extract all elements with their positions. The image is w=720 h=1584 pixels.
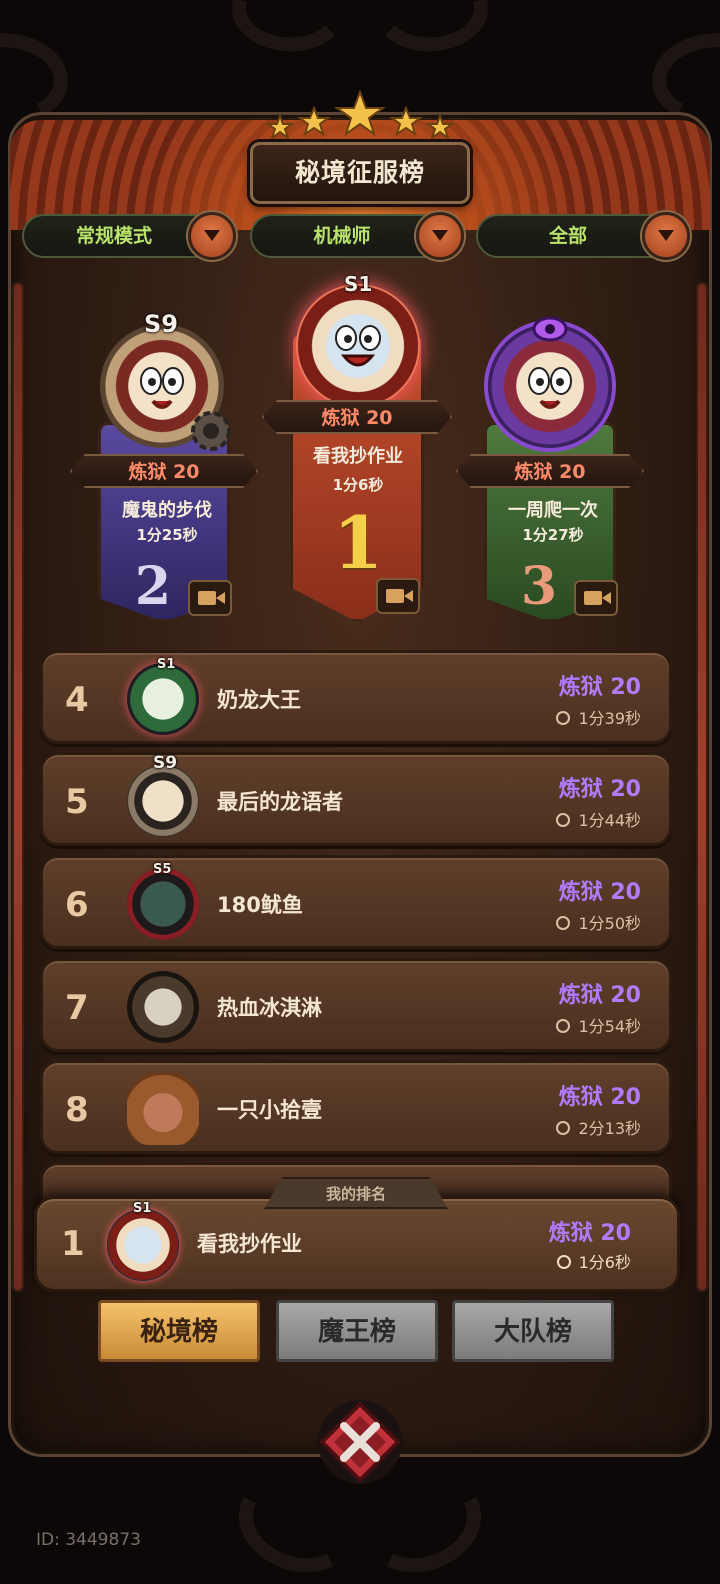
clear-time: 1分54秒 xyxy=(556,1013,641,1037)
table-row[interactable]: 5 S9 最后的龙语者 炼狱 20 1分44秒 xyxy=(40,752,672,846)
replay-video-button[interactable] xyxy=(376,578,420,614)
gear-icon xyxy=(191,411,231,451)
rank-number: 1 xyxy=(332,500,384,585)
clear-time: 2分13秒 xyxy=(556,1115,641,1139)
chevron-down-icon[interactable] xyxy=(188,212,236,260)
level-label: 炼狱 20 xyxy=(558,880,641,905)
season-badge: S9 xyxy=(153,753,178,773)
clear-time-value: 1分54秒 xyxy=(578,1017,641,1036)
avatar xyxy=(127,765,199,837)
avatar xyxy=(127,663,199,735)
podium-third[interactable]: 炼狱 20 一周爬一次 1分27秒 3 xyxy=(456,312,644,624)
clock-icon xyxy=(556,916,571,930)
mode-filter-dropdown[interactable]: 常规模式 xyxy=(22,212,236,260)
level-label: 炼狱 20 xyxy=(558,983,641,1008)
player-name: 看我抄作业 xyxy=(197,1232,302,1256)
tab-demon-king[interactable]: 魔王榜 xyxy=(276,1300,438,1362)
table-row[interactable]: 8 一只小拾壹 炼狱 20 2分13秒 xyxy=(40,1060,672,1154)
podium-first[interactable]: S1 炼狱 20 看我抄作业 1分6秒 1 xyxy=(262,272,452,622)
right-rail xyxy=(696,282,708,1292)
eye-crest-icon xyxy=(532,316,568,342)
player-name: 最后的龙语者 xyxy=(217,790,343,814)
player-id: ID: 3449873 xyxy=(36,1530,141,1550)
level-plate: 炼狱 20 xyxy=(262,400,452,434)
clock-icon xyxy=(556,711,571,725)
clock-icon xyxy=(556,813,571,827)
avatar xyxy=(107,1209,179,1281)
season-badge: S5 xyxy=(153,862,172,877)
clear-time: 1分27秒 xyxy=(522,526,584,544)
season-badge: S9 xyxy=(144,310,178,338)
filter-bar: 常规模式 机械师 全部 xyxy=(22,212,698,260)
row-rank: 8 xyxy=(65,1090,89,1130)
left-rail xyxy=(12,282,24,1292)
region-filter-dropdown[interactable]: 全部 xyxy=(476,212,690,260)
tab-squad[interactable]: 大队榜 xyxy=(452,1300,614,1362)
clock-icon xyxy=(556,1255,571,1269)
clear-time: 1分6秒 xyxy=(556,1249,631,1273)
clock-icon xyxy=(556,1121,571,1135)
player-name: 看我抄作业 xyxy=(313,446,403,467)
row-rank: 6 xyxy=(65,885,89,925)
clear-time: 1分50秒 xyxy=(556,910,641,934)
table-row[interactable]: 7 热血冰淇淋 炼狱 20 1分54秒 xyxy=(40,958,672,1052)
table-row[interactable]: 4 S1 奶龙大王 炼狱 20 1分39秒 xyxy=(40,650,672,744)
clock-icon xyxy=(556,1019,571,1033)
replay-video-button[interactable] xyxy=(574,580,618,616)
level-label: 炼狱 20 xyxy=(548,1221,631,1246)
my-rank-tag: 我的排名 xyxy=(264,1177,448,1209)
avatar xyxy=(296,284,420,408)
level-label: 炼狱 20 xyxy=(558,1085,641,1110)
clear-time-value: 1分44秒 xyxy=(578,811,641,830)
player-name: 180鱿鱼 xyxy=(217,893,303,917)
avatar xyxy=(127,971,199,1043)
player-name: 一周爬一次 xyxy=(508,500,598,521)
table-row[interactable]: 6 S5 180鱿鱼 炼狱 20 1分50秒 xyxy=(40,855,672,949)
season-badge: S1 xyxy=(157,657,176,672)
chevron-down-icon[interactable] xyxy=(416,212,464,260)
row-rank: 4 xyxy=(65,680,89,720)
avatar xyxy=(127,1073,199,1145)
my-rank-bar[interactable]: 1 S1 看我抄作业 炼狱 20 1分6秒 xyxy=(34,1196,680,1292)
replay-video-button[interactable] xyxy=(188,580,232,616)
clear-time: 1分44秒 xyxy=(556,807,641,831)
mode-filter-label: 常规模式 xyxy=(75,225,152,247)
player-name: 魔鬼的步伐 xyxy=(122,500,212,521)
page-title: 秘境征服榜 xyxy=(250,142,470,204)
region-filter-label: 全部 xyxy=(548,225,587,247)
close-icon[interactable] xyxy=(316,1398,404,1486)
level-plate: 炼狱 20 xyxy=(70,454,258,488)
season-badge: S1 xyxy=(344,272,373,296)
player-name: 奶龙大王 xyxy=(217,688,301,712)
clear-time-value: 1分50秒 xyxy=(578,914,641,933)
class-filter-label: 机械师 xyxy=(313,225,371,247)
character-face-icon xyxy=(335,325,381,367)
my-rank-number: 1 xyxy=(61,1224,85,1264)
clear-time: 1分6秒 xyxy=(332,476,384,494)
player-name: 热血冰淇淋 xyxy=(217,996,322,1020)
character-face-icon xyxy=(528,367,572,409)
podium-second[interactable]: S9 炼狱 20 魔鬼的步伐 1分25秒 2 xyxy=(70,310,258,624)
clear-time: 1分39秒 xyxy=(556,705,641,729)
level-plate: 炼狱 20 xyxy=(456,454,644,488)
season-badge: S1 xyxy=(133,1201,152,1216)
clear-time-value: 1分39秒 xyxy=(578,709,641,728)
level-label: 炼狱 20 xyxy=(558,777,641,802)
clear-time-value: 2分13秒 xyxy=(578,1119,641,1138)
class-filter-dropdown[interactable]: 机械师 xyxy=(250,212,464,260)
chevron-down-icon[interactable] xyxy=(642,212,690,260)
rating-stars-icon xyxy=(266,89,454,141)
avatar xyxy=(127,868,199,940)
clear-time-value: 1分6秒 xyxy=(578,1253,631,1272)
row-rank: 7 xyxy=(65,988,89,1028)
tab-secret-realm[interactable]: 秘境榜 xyxy=(98,1300,260,1362)
clear-time: 1分25秒 xyxy=(136,526,198,544)
level-label: 炼狱 20 xyxy=(558,675,641,700)
row-rank: 5 xyxy=(65,782,89,822)
leaderboard-tabs: 秘境榜 魔王榜 大队榜 xyxy=(98,1300,618,1364)
player-name: 一只小拾壹 xyxy=(217,1098,322,1122)
